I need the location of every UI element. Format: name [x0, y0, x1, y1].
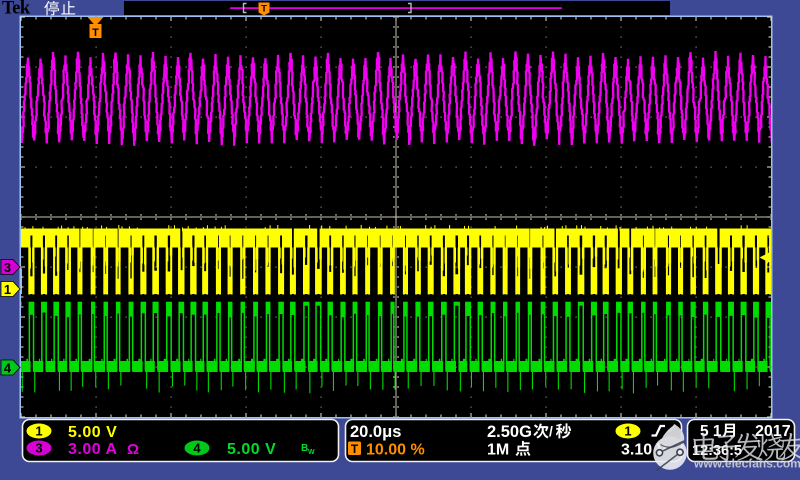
svg-text:4: 4	[4, 361, 12, 376]
svg-text:1: 1	[624, 424, 631, 439]
svg-text:1M: 1M	[487, 442, 509, 459]
svg-text:Tek: Tek	[2, 0, 31, 19]
svg-text:20.0μs: 20.0μs	[350, 423, 401, 441]
svg-text:T: T	[261, 4, 267, 15]
svg-text:4: 4	[193, 441, 201, 456]
svg-text:1: 1	[35, 424, 42, 439]
svg-text:T: T	[92, 27, 99, 39]
svg-text:T: T	[351, 442, 359, 456]
svg-text:1: 1	[4, 282, 11, 297]
svg-text:/: /	[549, 423, 553, 439]
svg-text:5.00 V: 5.00 V	[227, 441, 276, 458]
svg-text:2.50G: 2.50G	[487, 423, 532, 441]
svg-text:10.00 %: 10.00 %	[366, 442, 425, 459]
svg-text:3: 3	[4, 260, 11, 275]
svg-text:3: 3	[35, 441, 42, 456]
svg-text:W: W	[308, 449, 315, 456]
svg-text:5.00 V: 5.00 V	[68, 424, 117, 441]
svg-text:www.elecfans.com: www.elecfans.com	[693, 457, 800, 471]
svg-text:3.00 A: 3.00 A	[68, 441, 118, 458]
svg-text:Ω: Ω	[127, 441, 139, 458]
